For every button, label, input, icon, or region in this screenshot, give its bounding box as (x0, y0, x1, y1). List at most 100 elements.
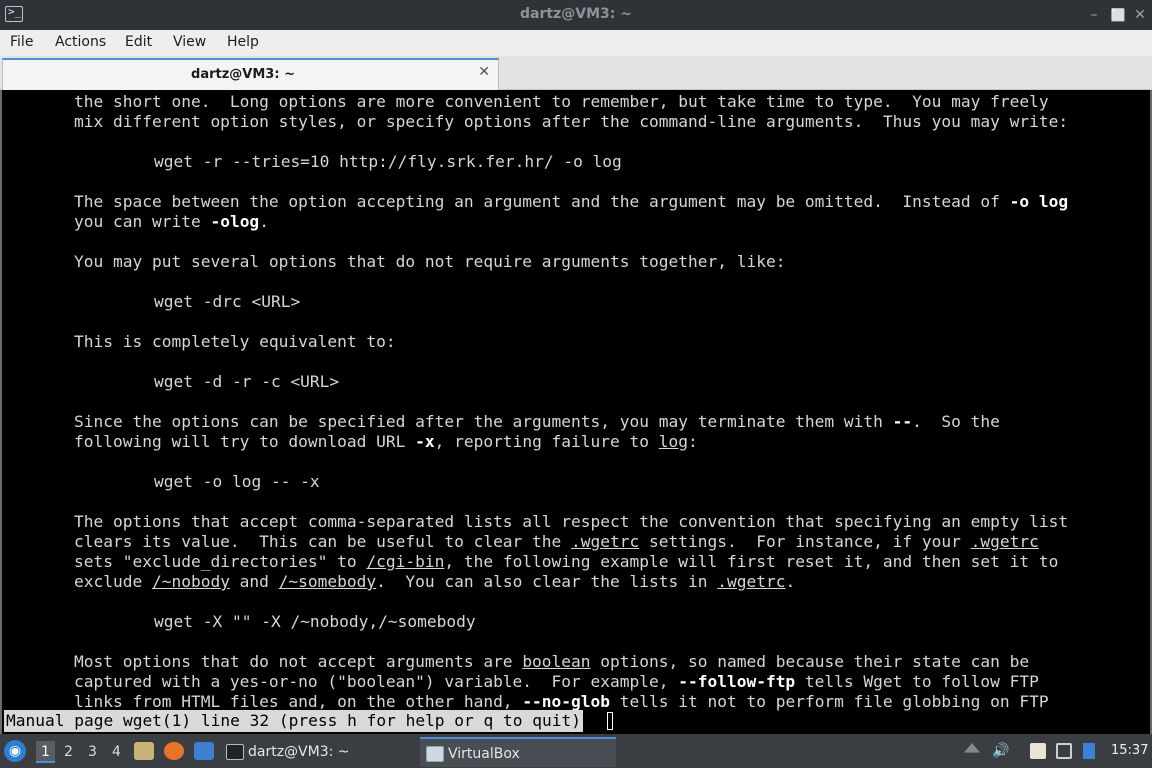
bold-option: -- (892, 412, 913, 431)
notification-icon[interactable] (1083, 743, 1095, 759)
terminal-cursor (607, 712, 613, 730)
command-example-line: wget -r --tries=10 http://fly.srk.fer.hr… (154, 152, 622, 172)
menu-actions[interactable]: Actions (55, 34, 106, 50)
text-segment: sets "exclude_directories" to (74, 552, 367, 571)
bold-option: -o log (1009, 192, 1069, 211)
clipboard-icon[interactable] (1030, 743, 1046, 759)
network-icon[interactable] (1056, 743, 1072, 759)
task-virtualbox-label: VirtualBox (448, 746, 520, 762)
underlined-term: boolean (522, 652, 591, 671)
text-segment: captured with a yes-or-no ("boolean") va… (74, 672, 679, 691)
command-example-line: wget -d -r -c <URL> (154, 372, 339, 392)
tab-close-icon[interactable]: ✕ (478, 64, 490, 80)
bold-option: --follow-ftp (678, 672, 796, 691)
text-segment: The space between the option accepting a… (74, 192, 1010, 211)
text-segment: . You can also clear the lists in (376, 572, 718, 591)
menu-bar: File Actions Edit View Help (0, 30, 1152, 56)
man-text-line: You may put several options that do not … (74, 252, 785, 272)
text-segment: following will try to download URL (74, 432, 416, 451)
tab-bar: dartz@VM3: ~ ✕ (0, 56, 1152, 90)
clock: 15:37 (1111, 743, 1149, 758)
menu-file[interactable]: File (10, 34, 33, 50)
minimize-button[interactable]: – (1084, 5, 1104, 25)
text-segment: wget -o log -- -x (154, 472, 320, 491)
text-segment: , reporting failure to (434, 432, 659, 451)
text-segment: mix different option styles, or specify … (74, 112, 1069, 131)
eject-icon[interactable] (964, 743, 980, 753)
text-segment: The options that accept comma-separated … (74, 512, 1069, 531)
menu-view[interactable]: View (173, 34, 206, 50)
text-segment: tells it not to perform file globbing on… (610, 692, 1049, 711)
underlined-term: .wgetrc (571, 532, 640, 551)
window-titlebar: >_ dartz@VM3: ~ – ⬜ ✕ (0, 0, 1152, 30)
man-text-line: you can write -olog. (74, 212, 269, 232)
close-button[interactable]: ✕ (1130, 5, 1150, 25)
start-menu-icon[interactable]: ◉ (4, 740, 26, 762)
text-segment: , the following example will first reset… (444, 552, 1059, 571)
text-segment: and (229, 572, 279, 591)
text-segment: : (688, 432, 698, 451)
underlined-term: /~somebody (278, 572, 377, 591)
menu-edit[interactable]: Edit (125, 34, 152, 50)
text-segment: wget -drc <URL> (154, 292, 301, 311)
man-text-line: sets "exclude_directories" to /cgi-bin, … (74, 552, 1058, 572)
text-segment: you can write (74, 212, 211, 231)
firefox-icon[interactable] (164, 742, 184, 760)
terminal-icon (226, 744, 244, 760)
text-segment: You may put several options that do not … (74, 252, 786, 271)
window-icon (426, 746, 444, 762)
terminal-tab[interactable]: dartz@VM3: ~ ✕ (2, 58, 499, 90)
man-text-line: Most options that do not accept argument… (74, 652, 1029, 672)
task-virtualbox[interactable]: VirtualBox (420, 737, 616, 767)
man-text-line: clears its value. This can be useful to … (74, 532, 1039, 552)
task-terminal-label: dartz@VM3: ~ (248, 744, 350, 760)
workspace-4[interactable]: 4 (112, 744, 121, 760)
menu-help[interactable]: Help (227, 34, 259, 50)
workspace-1[interactable]: 1 (36, 741, 55, 763)
text-segment: tells Wget to follow FTP (795, 672, 1039, 691)
text-segment: Most options that do not accept argument… (74, 652, 523, 671)
desktop-icon[interactable] (194, 742, 214, 760)
text-segment: . So the (912, 412, 1000, 431)
text-segment: exclude (74, 572, 152, 591)
man-text-line: the short one. Long options are more con… (74, 92, 1049, 112)
underlined-term: log (658, 432, 689, 451)
underlined-term: /~nobody (151, 572, 230, 591)
text-segment: settings. For instance, if your (639, 532, 971, 551)
man-text-line: exclude /~nobody and /~somebody. You can… (74, 572, 795, 592)
window-title: dartz@VM3: ~ (520, 6, 632, 22)
text-segment: wget -d -r -c <URL> (154, 372, 340, 391)
man-text-line: mix different option styles, or specify … (74, 112, 1068, 132)
text-segment: Since the options can be specified after… (74, 412, 893, 431)
text-segment: links from HTML files and, on the other … (74, 692, 523, 711)
text-segment: This is completely equivalent to: (74, 332, 396, 351)
volume-icon[interactable]: 🔊 (992, 743, 1009, 759)
text-segment: the short one. Long options are more con… (74, 92, 1049, 111)
text-segment: . (259, 212, 269, 231)
taskbar: ◉ 1 2 3 4 dartz@VM3: ~ VirtualBox 🔊 15:3… (0, 734, 1152, 768)
man-text-line: following will try to download URL -x, r… (74, 432, 698, 452)
text-segment: wget -r --tries=10 http://fly.srk.fer.hr… (154, 152, 622, 171)
pager-status-line: Manual page wget(1) line 32 (press h for… (4, 710, 583, 732)
man-text-line: This is completely equivalent to: (74, 332, 396, 352)
text-segment: . (785, 572, 796, 591)
underlined-term: /cgi-bin (366, 552, 445, 571)
command-example-line: wget -drc <URL> (154, 292, 300, 312)
tab-label: dartz@VM3: ~ (191, 67, 295, 82)
bold-option: -olog (210, 212, 260, 231)
text-segment: wget -X "" -X /~nobody,/~somebody (154, 612, 476, 631)
terminal-view[interactable]: the short one. Long options are more con… (0, 90, 1152, 734)
workspace-2[interactable]: 2 (64, 744, 73, 760)
man-text-line: The space between the option accepting a… (74, 192, 1068, 212)
underlined-term: .wgetrc (970, 532, 1039, 551)
file-manager-icon[interactable] (134, 742, 154, 760)
man-text-line: links from HTML files and, on the other … (74, 692, 1049, 712)
text-segment: clears its value. This can be useful to … (74, 532, 572, 551)
command-example-line: wget -X "" -X /~nobody,/~somebody (154, 612, 476, 632)
maximize-button[interactable]: ⬜ (1108, 5, 1128, 25)
bold-option: --no-glob (522, 692, 611, 711)
command-example-line: wget -o log -- -x (154, 472, 320, 492)
workspace-3[interactable]: 3 (88, 744, 97, 760)
task-terminal[interactable]: dartz@VM3: ~ (220, 737, 415, 767)
man-text-line: Since the options can be specified after… (74, 412, 1000, 432)
